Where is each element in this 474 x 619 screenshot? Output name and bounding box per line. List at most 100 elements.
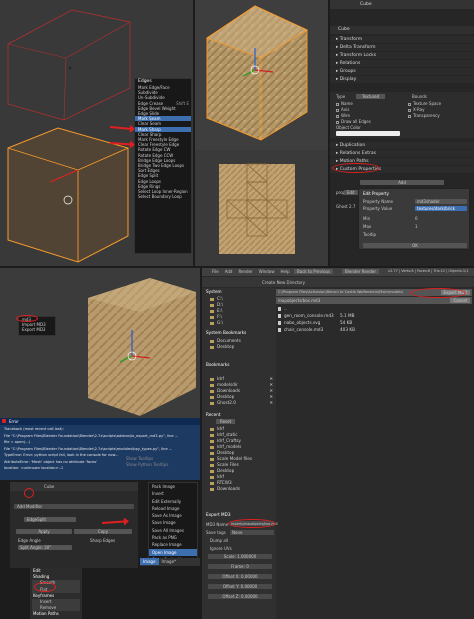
view-menu-item-show-python-tooltips[interactable]: Show Python Tooltips <box>126 462 200 468</box>
section-groups[interactable]: ▸ Groups <box>330 68 474 75</box>
file-row[interactable]: .. <box>278 306 468 312</box>
viewport-edit-mode[interactable]: Edges Mark Edge/Face Subdivide Un-Subdivid… <box>0 0 193 266</box>
split-angle-field[interactable]: Split Angle: 30° <box>18 545 72 550</box>
section-duplication[interactable]: ▸ Duplication <box>330 142 474 149</box>
system-header[interactable]: System <box>202 289 276 295</box>
apply-button[interactable]: Apply <box>16 529 72 534</box>
section-relations-extras[interactable]: ▸ Relations Extras <box>330 150 474 157</box>
menu-help[interactable]: Help <box>280 269 289 274</box>
recent-label: ldrf_Craftsy <box>217 438 242 443</box>
viewport-object-mode[interactable]: md3 Import MD3 Export MD3 <box>0 268 200 418</box>
dump-all-label[interactable]: Dump all <box>210 538 228 543</box>
add-property-button[interactable]: Add <box>360 180 444 185</box>
image-menu-item-pack-image[interactable]: Pack Image <box>149 483 197 490</box>
object-color-swatch[interactable] <box>336 131 400 136</box>
file-sidebar: System C:\ D:\ E:\ F:\ G:\ System Bookmarks … <box>202 288 279 619</box>
menu-window[interactable]: Window <box>259 269 275 274</box>
image-menu-item-open-image[interactable]: Open Image <box>149 548 197 556</box>
file-row[interactable]: nabo_objects.svg 54 KB <box>278 320 468 326</box>
section-transform[interactable]: ▸ Transform <box>330 36 474 43</box>
menu-render[interactable]: Render <box>238 269 252 274</box>
uv-editor[interactable] <box>195 150 328 266</box>
checkbox-icon[interactable] <box>336 120 339 124</box>
recent-reset-button[interactable]: Reset <box>216 419 236 424</box>
filename-field[interactable]: mapobjects/box.md3 <box>278 298 320 303</box>
menu-item-select-boundary-loop[interactable]: Select Boundary Loop <box>135 194 191 199</box>
file-area[interactable] <box>278 338 472 617</box>
min-value[interactable]: 0 <box>415 216 418 221</box>
image-menu-item-invert[interactable]: Invert <box>149 490 197 497</box>
object-name-field[interactable]: Cube <box>360 2 372 7</box>
save-tags-select[interactable]: None <box>230 530 274 535</box>
md3-field-frame-label[interactable]: Frame: 0 <box>208 564 272 569</box>
image-menu-item-save-all-images[interactable]: Save All Images <box>149 527 197 534</box>
image-menu-item-reload-image[interactable]: Reload Image <box>149 505 197 512</box>
render-engine-select[interactable]: Blender Render <box>342 269 380 274</box>
system-bookmarks-header[interactable]: System Bookmarks <box>202 330 276 336</box>
sys-bookmark-desktop[interactable]: Desktop <box>202 344 276 350</box>
checkbox-icon[interactable] <box>336 108 339 112</box>
image-tab-image[interactable]: Image <box>140 558 159 565</box>
menu-add[interactable]: Add <box>225 269 233 274</box>
property-value-field[interactable]: textures/dark/brick <box>415 206 467 211</box>
md3-field-offset-x-label[interactable]: Offset X: 0.00000 <box>208 574 272 579</box>
drive-g[interactable]: G:\ <box>202 320 276 326</box>
image-tab-image[interactable]: Image* <box>159 558 180 565</box>
file-row[interactable]: chair_console.md3 403 KB <box>278 327 468 333</box>
back-to-previous-button[interactable]: Back to Previous <box>294 269 334 274</box>
section-relations[interactable]: ▸ Relations <box>330 60 474 67</box>
checkbox-icon[interactable] <box>336 102 339 106</box>
menu-file[interactable]: File <box>212 269 219 274</box>
sharp-edges-label[interactable]: Sharp Edges <box>90 538 115 543</box>
edgesplit-name-field[interactable]: EdgeSplit <box>24 517 76 522</box>
ok-button[interactable]: OK <box>363 243 467 248</box>
edge-angle-label[interactable]: Edge Angle <box>18 538 41 543</box>
image-menu-item-edit-externally[interactable]: Edit Externally <box>149 498 197 505</box>
bookmark-ghost2-0[interactable]: Ghost2.0 ✕ <box>202 400 276 406</box>
image-menu-item-save-as-image[interactable]: Save As Image <box>149 512 197 519</box>
md3-menu-item-export-md3[interactable]: Export MD3 <box>19 327 55 332</box>
image-menu-item-replace-image[interactable]: Replace Image <box>149 541 197 548</box>
md3-field-offset-y-label[interactable]: Offset Y: 0.00000 <box>208 584 272 589</box>
edit-button[interactable]: Edit <box>344 190 358 195</box>
data-name-field[interactable]: Cube <box>338 27 350 32</box>
checkbox-icon[interactable] <box>336 114 339 118</box>
file-browser[interactable]: File Add Render Window Help Back to Previous… <box>202 268 474 619</box>
cancel-button[interactable]: Cancel <box>450 298 470 303</box>
max-value[interactable]: 1 <box>415 224 418 229</box>
tools-panel[interactable]: Edit Shading Smooth Flat Keyframes Insert Remo… <box>30 568 82 619</box>
checkbox-icon[interactable] <box>408 102 411 106</box>
image-menu-item-pack-as-png[interactable]: Pack as PNG <box>149 534 197 541</box>
section-display[interactable]: ▸ Display <box>330 76 474 83</box>
checkbox-icon[interactable] <box>408 114 411 118</box>
file-row[interactable]: gen_room_console.md3 5.1 MB <box>278 313 468 319</box>
image-menu-item-save-image[interactable]: Save Image <box>149 519 197 526</box>
viewport-textured[interactable] <box>195 0 328 266</box>
create-dir-button[interactable]: Create New Directory <box>262 280 305 285</box>
md3-field-scale-label[interactable]: Scale: 1.000000 <box>208 554 272 559</box>
recent-downloads[interactable]: Downloads <box>202 486 276 492</box>
checkbox-icon[interactable] <box>408 108 411 112</box>
recent-header[interactable]: Recent <box>202 412 276 418</box>
md3-field-offset-z-label[interactable]: Offset Z: 0.00000 <box>208 594 272 599</box>
export-md3-header[interactable]: Export MD3 <box>202 512 276 518</box>
add-modifier-button[interactable]: Add Modifier <box>14 504 134 509</box>
checkbox-transparency[interactable]: Transparency <box>408 113 441 119</box>
section-delta-transform[interactable]: ▸ Delta Transform <box>330 44 474 51</box>
bookmark-label: modelsdir <box>217 382 238 387</box>
bookmarks-header[interactable]: Bookmarks <box>202 362 276 368</box>
bookmark-label: Ghost2.0 <box>217 400 236 405</box>
filename-bar[interactable]: mapobjects/box.md3 Cancel <box>276 297 472 304</box>
bounds-label[interactable]: Bounds <box>412 94 427 99</box>
annotation-circle-wrench <box>24 488 34 498</box>
path-field[interactable]: C:\Program Files\Activision\Return to Ca… <box>278 290 403 295</box>
ignore-uvs-label[interactable]: Ignore UVs <box>210 546 232 551</box>
copy-button[interactable]: Copy <box>74 529 132 534</box>
properties-panel[interactable]: Cube Cube ▸ Transform ▸ Delta Transform ▸ … <box>330 0 474 266</box>
display-type-value[interactable]: Textured <box>356 94 386 99</box>
modifier-panel[interactable]: Cube Add Modifier EdgeSplit Apply Copy E… <box>10 482 138 568</box>
property-name-field[interactable]: md3shader <box>415 199 467 204</box>
section-transform-locks[interactable]: ▸ Transform Locks <box>330 52 474 59</box>
remove-icon[interactable]: ✕ <box>269 400 273 406</box>
apply-label: Apply <box>38 529 50 534</box>
